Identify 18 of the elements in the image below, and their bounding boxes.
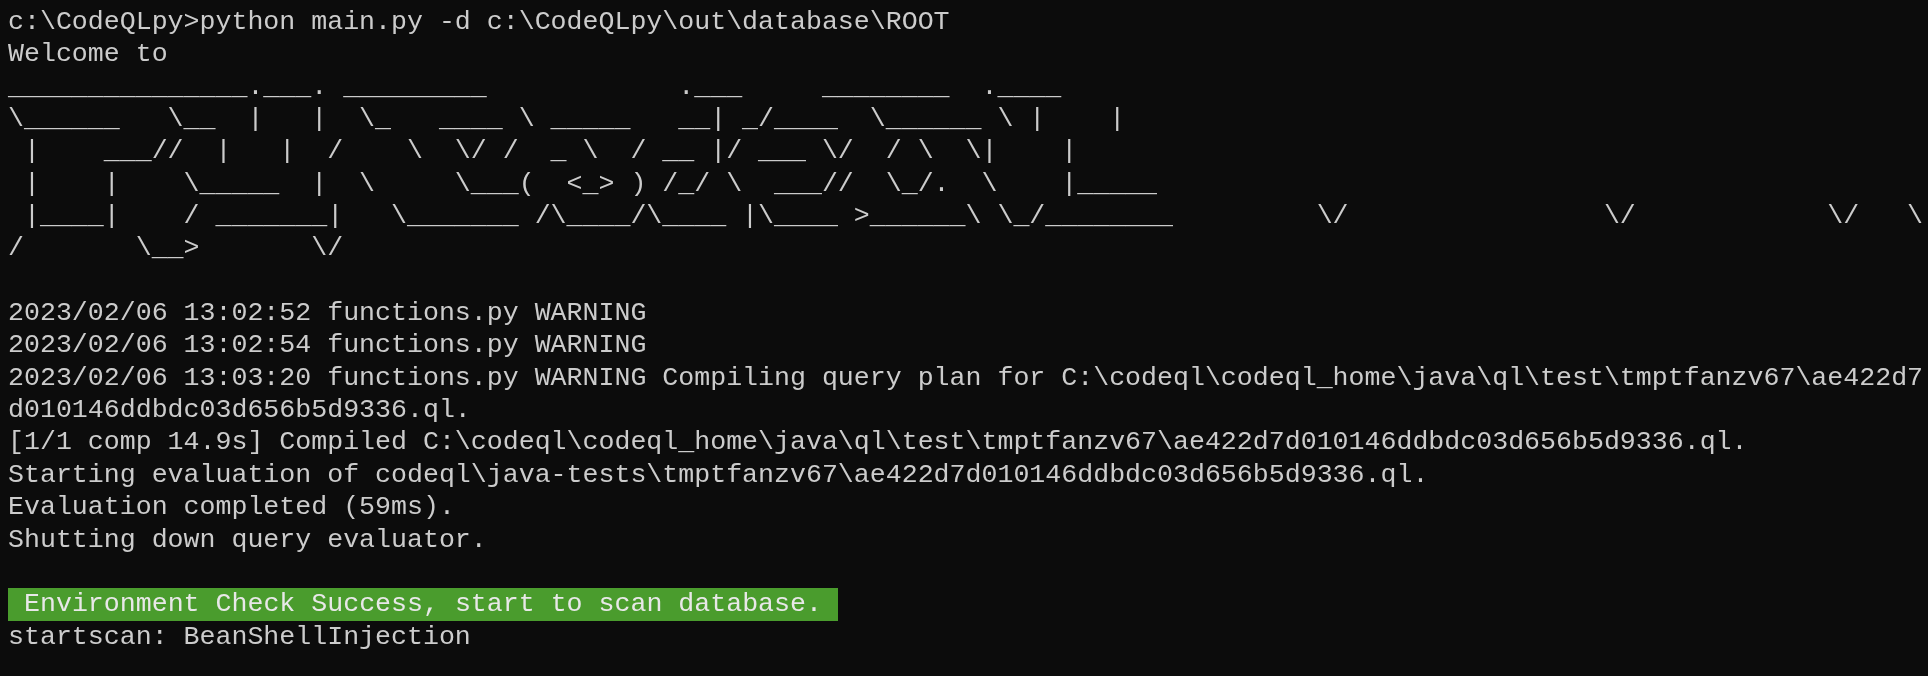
success-message: Environment Check Success, start to scan database. bbox=[8, 588, 838, 621]
terminal-line: d010146ddbdc03d656b5d9336.ql. bbox=[8, 394, 471, 427]
terminal-line: Shutting down query evaluator. bbox=[8, 523, 487, 556]
terminal-line: 2023/02/06 13:02:52 functions.py WARNING bbox=[8, 297, 647, 330]
terminal-line: 2023/02/06 13:02:54 functions.py WARNING bbox=[8, 329, 647, 362]
ascii-art-line: \______ \__ | | \_ ____ \ _____ __| _/____ \______ \ | | bbox=[8, 103, 1126, 136]
ascii-art-line: _______________.___. _________ .___ ________ .____ bbox=[8, 70, 1062, 104]
terminal-line: Evaluation completed (59ms). bbox=[8, 491, 455, 524]
terminal-line: [1/1 comp 14.9s] Compiled C:\codeql\codeql_home\java\ql\test\tmptfanzv67\ae422d7d010146ddbdc03d656b5d9336.ql. bbox=[8, 426, 1748, 459]
ascii-art-line: | ___// | | / \ \/ / _ \ / __ |/ ___ \/ / \ \| | bbox=[22, 135, 1078, 168]
terminal-line: 2023/02/06 13:03:20 functions.py WARNING Compiling query plan for C:\codeql\codeql_home\java\ql\test\tmptfanzv67\ae422d7 bbox=[8, 361, 1924, 395]
terminal-line: Welcome to bbox=[8, 38, 168, 71]
ascii-art-line: / \__> \/ bbox=[8, 232, 344, 265]
terminal-line: c:\CodeQLpy>python main.py -d c:\CodeQLpy\out\database\ROOT bbox=[8, 6, 950, 39]
ascii-art-line: | | \_____ | \ \___( <_> ) /_/ \ ___// \_/. \ |_____ bbox=[22, 167, 1158, 201]
terminal-line: Starting evaluation of codeql\java-tests\tmptfanzv67\ae422d7d010146ddbdc03d656b5d9336.ql. bbox=[8, 458, 1429, 492]
terminal-line: startscan: BeanShellInjection bbox=[8, 620, 471, 653]
ascii-art-line: |____| / _______| \_______ /\____/\____ |\____ >______\ \_/________ \/ \/ \/ \ bbox=[22, 200, 1924, 233]
